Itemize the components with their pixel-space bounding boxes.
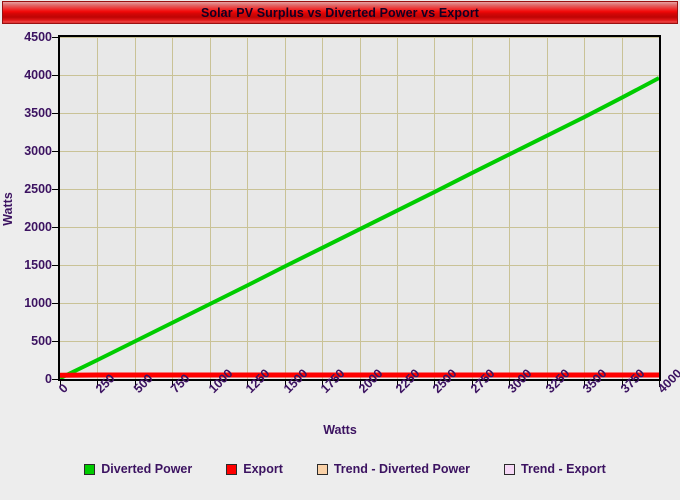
legend-label-export: Export xyxy=(243,462,283,476)
x-axis-tick-label: 4000 xyxy=(655,366,680,396)
x-axis-tick-label: 3500 xyxy=(580,366,610,396)
legend-label-trend-export: Trend - Export xyxy=(521,462,606,476)
x-axis-tick-label: 3250 xyxy=(542,366,573,396)
x-axis-tick-label: 500 xyxy=(130,371,156,396)
x-axis-tick-label: 750 xyxy=(168,371,193,396)
page-title: Solar PV Surplus vs Diverted Power vs Ex… xyxy=(200,5,480,20)
legend-item-diverted-power[interactable]: Diverted Power xyxy=(84,462,192,476)
x-axis-tick-label: 2750 xyxy=(467,366,498,396)
x-axis-tick-label: 2000 xyxy=(355,366,386,396)
x-axis-tick-label: 3750 xyxy=(617,366,648,396)
x-axis-label: Watts xyxy=(323,423,357,437)
chart-legend: Diverted Power Export Trend - Diverted P… xyxy=(0,462,680,476)
x-axis-tick-label: 2500 xyxy=(430,366,460,396)
chart-container: 0 500 1000 1500 2000 2500 3000 3500 4000 4500 Wat… xyxy=(0,24,680,454)
x-axis: 0 250 500 750 1000 1250 1500 1750 2000 2250 2500 27… xyxy=(0,24,680,454)
legend-item-trend-export[interactable]: Trend - Export xyxy=(504,462,606,476)
legend-item-export[interactable]: Export xyxy=(226,462,283,476)
x-axis-tick-label: 3000 xyxy=(505,366,535,396)
legend-label-diverted-power: Diverted Power xyxy=(101,462,193,476)
x-axis-tick-label: 250 xyxy=(93,371,119,396)
legend-swatch-export xyxy=(226,463,238,475)
legend-label-trend-diverted-power: Trend - Diverted Power xyxy=(333,462,471,476)
legend-swatch-trend-diverted-power xyxy=(316,463,328,475)
x-axis-tick-label: 0 xyxy=(56,381,71,396)
x-axis-tick-label: 1750 xyxy=(318,366,348,396)
x-axis-tick-label: 1250 xyxy=(243,366,273,396)
legend-item-trend-diverted-power[interactable]: Trend - Diverted Power xyxy=(316,462,471,476)
x-axis-tick-label: 1000 xyxy=(205,366,236,396)
x-axis-tick-label: 1500 xyxy=(280,366,311,396)
legend-swatch-trend-export xyxy=(504,463,516,475)
chart-title-bar: Solar PV Surplus vs Diverted Power vs Ex… xyxy=(2,1,678,24)
legend-swatch-diverted-power xyxy=(84,463,96,475)
x-axis-tick-label: 2250 xyxy=(392,366,423,396)
